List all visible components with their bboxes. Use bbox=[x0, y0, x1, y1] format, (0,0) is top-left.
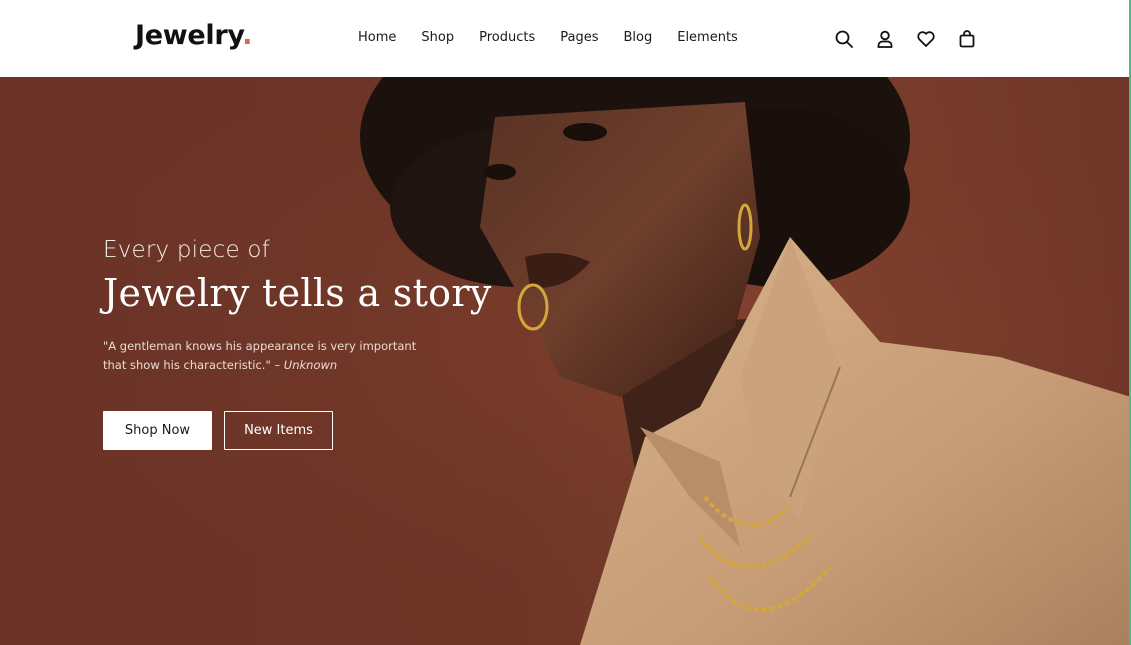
nav-item-elements[interactable]: Elements bbox=[677, 30, 738, 45]
search-icon[interactable] bbox=[834, 29, 854, 49]
nav-item-shop[interactable]: Shop bbox=[421, 30, 454, 45]
logo-text: Jewelry bbox=[135, 20, 243, 51]
site-header: Jewelry. Home Shop Products Pages Blog E… bbox=[0, 0, 1131, 77]
nav-item-products[interactable]: Products bbox=[479, 30, 535, 45]
quote-author: – Unknown bbox=[274, 358, 338, 372]
hero-eyebrow: Every piece of bbox=[103, 237, 270, 263]
nav-item-blog[interactable]: Blog bbox=[623, 30, 652, 45]
hero-copy: Every piece of Jewelry tells a story "A … bbox=[103, 237, 563, 375]
header-actions bbox=[834, 29, 977, 49]
hero-banner: Every piece of Jewelry tells a story "A … bbox=[0, 77, 1131, 645]
logo-dot: . bbox=[242, 20, 253, 51]
hero-headline: Jewelry tells a story bbox=[103, 271, 492, 315]
main-nav: Home Shop Products Pages Blog Elements bbox=[358, 30, 738, 45]
heart-icon[interactable] bbox=[916, 29, 936, 49]
nav-item-pages[interactable]: Pages bbox=[560, 30, 598, 45]
hero-buttons: Shop Now New Items bbox=[103, 411, 333, 450]
shop-now-button[interactable]: Shop Now bbox=[103, 411, 212, 450]
new-items-button[interactable]: New Items bbox=[224, 411, 333, 450]
hero-quote: "A gentleman knows his appearance is ver… bbox=[103, 337, 423, 375]
quote-text: "A gentleman knows his appearance is ver… bbox=[103, 339, 417, 372]
user-icon[interactable] bbox=[875, 29, 895, 49]
bag-icon[interactable] bbox=[957, 29, 977, 49]
logo[interactable]: Jewelry. bbox=[135, 20, 252, 51]
nav-item-home[interactable]: Home bbox=[358, 30, 396, 45]
